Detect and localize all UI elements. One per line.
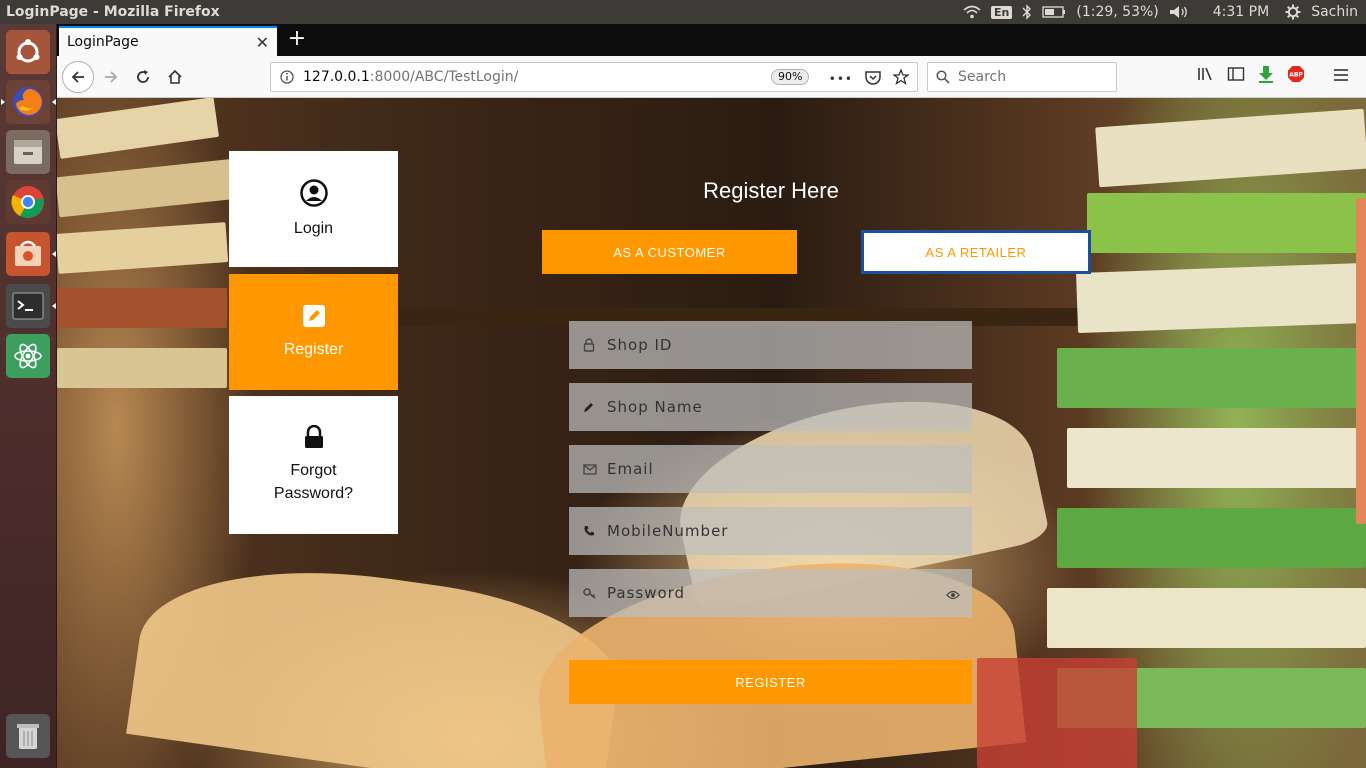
url-bar[interactable]: 127.0.0.1:8000/ABC/TestLogin/ 90% •••	[270, 62, 918, 92]
bookmark-star-icon[interactable]	[892, 68, 910, 89]
battery-icon[interactable]	[1042, 6, 1066, 18]
download-icon[interactable]	[1257, 65, 1275, 87]
toolbar-icons: ABP	[1197, 65, 1349, 87]
wifi-icon[interactable]	[963, 5, 981, 19]
ubuntu-launcher	[0, 24, 57, 768]
site-info-icon[interactable]	[271, 70, 303, 84]
keyboard-layout-indicator[interactable]: En	[991, 5, 1013, 19]
software-center-icon[interactable]	[6, 232, 56, 276]
register-button[interactable]: REGISTER	[569, 660, 972, 704]
page-viewport: Login Register Forgot Password? Register…	[57, 98, 1366, 768]
volume-icon[interactable]	[1169, 5, 1189, 19]
password-field	[569, 569, 972, 617]
password-input[interactable]	[607, 584, 927, 602]
envelope-icon	[583, 463, 603, 475]
phone-icon	[583, 525, 603, 537]
forgot-password-label: Forgot Password?	[273, 462, 354, 502]
chrome-icon[interactable]	[6, 180, 50, 224]
home-button[interactable]	[161, 63, 189, 91]
gear-icon[interactable]	[1285, 4, 1301, 20]
pocket-icon[interactable]	[865, 70, 881, 89]
svg-text:ABP: ABP	[1289, 72, 1303, 79]
user-circle-icon	[299, 178, 328, 207]
register-label: Register	[283, 340, 344, 358]
edit-icon	[302, 304, 325, 327]
show-password-icon[interactable]	[946, 586, 960, 604]
forgot-password-tab[interactable]: Forgot Password?	[229, 396, 398, 534]
pencil-icon	[583, 401, 603, 413]
shop-id-field	[569, 321, 972, 369]
tab-title: LoginPage	[67, 34, 139, 50]
shop-name-field	[569, 383, 972, 431]
as-retailer-button[interactable]: AS A RETAILER	[861, 230, 1091, 274]
search-bar[interactable]: Search	[927, 62, 1117, 92]
battery-status: (1:29, 53%)	[1076, 4, 1159, 20]
page-title: Register Here	[703, 178, 839, 203]
tab-loginpage[interactable]: LoginPage ✕	[59, 26, 277, 56]
reload-button[interactable]	[129, 63, 157, 91]
tab-strip: LoginPage ✕ +	[57, 24, 1366, 56]
files-icon[interactable]	[6, 130, 50, 174]
login-label: Login	[293, 219, 334, 237]
back-arrow-icon	[71, 71, 84, 83]
user-name[interactable]: Sachin	[1311, 4, 1358, 20]
ubuntu-top-panel: LoginPage - Mozilla Firefox En (1:29, 53…	[0, 0, 1366, 24]
ubuntu-dash-icon[interactable]	[6, 30, 50, 74]
search-icon	[936, 70, 950, 84]
back-button[interactable]	[62, 61, 94, 93]
home-icon	[168, 69, 182, 84]
menu-icon[interactable]	[1333, 67, 1349, 86]
clock[interactable]: 4:31 PM	[1213, 4, 1269, 20]
lock-outline-icon	[583, 338, 603, 352]
atom-icon[interactable]	[6, 334, 50, 378]
lock-icon	[304, 425, 323, 448]
forward-button[interactable]	[97, 63, 125, 91]
url-host: 127.0.0.1	[303, 69, 370, 85]
window-title: LoginPage - Mozilla Firefox	[6, 4, 220, 20]
firefox-icon[interactable]	[1, 80, 56, 124]
register-tab[interactable]: Register	[229, 274, 398, 390]
forward-arrow-icon	[105, 71, 118, 83]
shop-name-input[interactable]	[607, 398, 927, 416]
email-field	[569, 445, 972, 493]
trash-icon[interactable]	[6, 714, 50, 758]
zoom-indicator[interactable]: 90%	[771, 69, 810, 85]
as-customer-button[interactable]: AS A CUSTOMER	[542, 230, 797, 274]
sidebar-icon[interactable]	[1227, 66, 1245, 86]
adblock-icon[interactable]: ABP	[1287, 65, 1305, 87]
reload-icon	[137, 70, 149, 83]
shop-id-input[interactable]	[607, 336, 927, 354]
page-actions-button[interactable]: •••	[829, 72, 853, 86]
browser-chrome: LoginPage ✕ + 127.0.0.1:8000/ABC/TestLog…	[57, 24, 1366, 98]
terminal-icon[interactable]	[6, 284, 56, 328]
bluetooth-icon[interactable]	[1022, 4, 1032, 20]
scrollbar-thumb[interactable]	[1356, 198, 1366, 524]
navigation-toolbar: 127.0.0.1:8000/ABC/TestLogin/ 90% ••• Se…	[57, 56, 1366, 98]
url-path: :8000/ABC/TestLogin/	[369, 69, 519, 85]
mobile-number-field	[569, 507, 972, 555]
close-tab-icon[interactable]: ✕	[256, 33, 269, 52]
search-placeholder: Search	[958, 69, 1007, 85]
new-tab-button[interactable]: +	[285, 28, 309, 52]
email-input[interactable]	[607, 460, 927, 478]
library-icon[interactable]	[1197, 66, 1215, 86]
key-icon	[583, 587, 603, 599]
login-tab[interactable]: Login	[229, 151, 398, 267]
mobile-number-input[interactable]	[607, 522, 927, 540]
